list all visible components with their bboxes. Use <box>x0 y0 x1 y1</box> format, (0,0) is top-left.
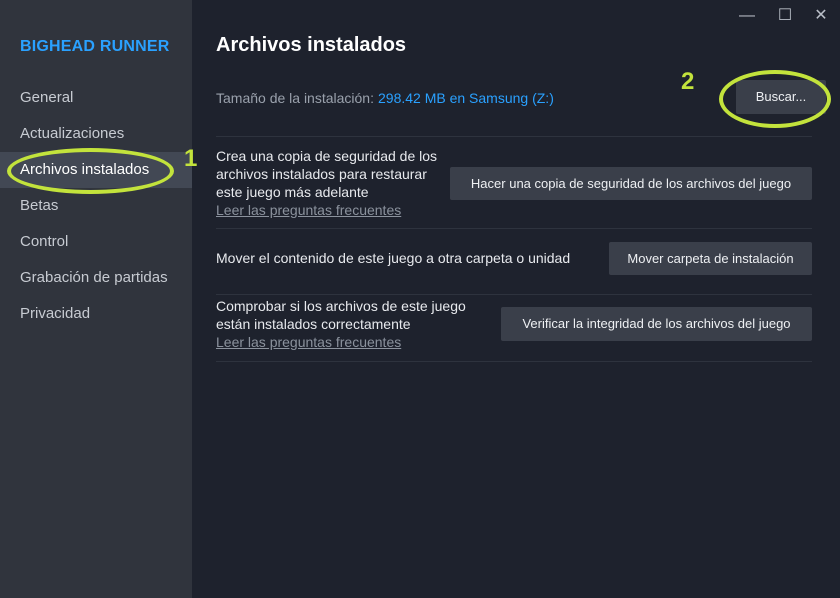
highlight-ring-browse <box>719 70 831 128</box>
move-description: Mover el contenido de este juego a otra … <box>216 250 571 266</box>
settings-window: BIGHEAD RUNNER General Actualizaciones A… <box>0 0 840 598</box>
annotation-number-2: 2 <box>681 68 695 95</box>
backup-button[interactable]: Hacer una copia de seguridad de los arch… <box>450 167 812 200</box>
divider <box>216 361 812 362</box>
install-size-value: 298.42 MB en Samsung (Z:) <box>378 90 554 106</box>
app-title: BIGHEAD RUNNER <box>20 38 170 55</box>
sidebar: BIGHEAD RUNNER General Actualizaciones A… <box>0 0 192 598</box>
divider <box>216 136 812 137</box>
verify-integrity-button[interactable]: Verificar la integridad de los archivos … <box>501 307 812 341</box>
window-titlebar: — ☐ ✕ <box>700 0 840 32</box>
verify-faq-link[interactable]: Leer las preguntas frecuentes <box>216 333 486 351</box>
move-folder-button[interactable]: Mover carpeta de instalación <box>609 242 812 275</box>
install-size: Tamaño de la instalación: 298.42 MB en Sa… <box>216 90 554 106</box>
sidebar-item-controller[interactable]: Control <box>0 224 192 260</box>
verify-section: Comprobar si los archivos de este juego … <box>216 297 486 351</box>
page-title: Archivos instalados <box>216 34 407 56</box>
sidebar-item-general[interactable]: General <box>0 80 192 116</box>
backup-section: Crea una copia de seguridad de los archi… <box>216 147 446 219</box>
minimize-button[interactable]: — <box>734 4 760 28</box>
sidebar-item-game-recording[interactable]: Grabación de partidas <box>0 260 192 296</box>
annotation-number-1: 1 <box>184 145 198 172</box>
install-size-label: Tamaño de la instalación: <box>216 90 374 106</box>
backup-faq-link[interactable]: Leer las preguntas frecuentes <box>216 201 446 219</box>
backup-description: Crea una copia de seguridad de los archi… <box>216 148 438 200</box>
verify-description: Comprobar si los archivos de este juego … <box>216 298 466 332</box>
sidebar-nav: General Actualizaciones Archivos instala… <box>0 80 192 332</box>
divider <box>216 228 812 229</box>
maximize-button[interactable]: ☐ <box>772 4 798 28</box>
close-button[interactable]: ✕ <box>808 4 834 28</box>
sidebar-item-privacy[interactable]: Privacidad <box>0 296 192 332</box>
sidebar-item-updates[interactable]: Actualizaciones <box>0 116 192 152</box>
divider <box>216 294 812 295</box>
highlight-ring-sidebar <box>7 148 174 194</box>
